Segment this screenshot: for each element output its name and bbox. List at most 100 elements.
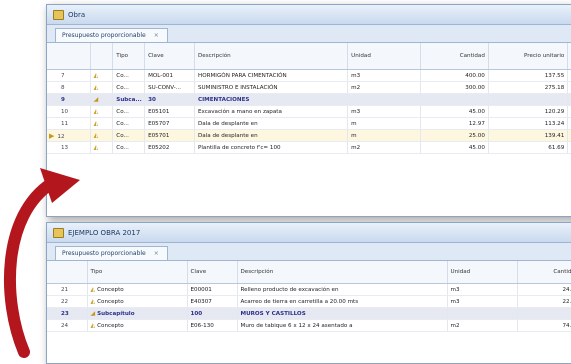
row-type-icon-cell: ◭ bbox=[90, 141, 114, 154]
window-titlebar[interactable]: EJEMPLO OBRA 2017 bbox=[47, 223, 571, 243]
table-row[interactable]: 13 ◭ Co... E05202 Plantilla de concreto f'c=… bbox=[47, 141, 571, 154]
subchapter-icon: ◢ bbox=[93, 96, 99, 103]
concept-icon: ◭ bbox=[93, 132, 99, 139]
row-number: 9 bbox=[47, 93, 91, 106]
cell-code: 30 bbox=[144, 93, 195, 106]
row-number: 24 bbox=[47, 319, 88, 332]
type-label: Concepto bbox=[97, 299, 124, 305]
cell-unit: m2 bbox=[347, 141, 421, 154]
row-number: 21 bbox=[47, 283, 88, 296]
row-type-icon-cell: ◭ bbox=[90, 81, 114, 94]
cell-unit: m3 bbox=[447, 295, 518, 308]
column-header[interactable] bbox=[47, 43, 91, 70]
row-type-icon-cell: ◢ bbox=[90, 93, 114, 106]
tab-label: Presupuesto proporcionable bbox=[62, 250, 146, 257]
window-title: Obra bbox=[68, 10, 86, 19]
cell-unit-price: 61.69 bbox=[488, 141, 569, 154]
cell-description: Acarreo de tierra en carretilla a 20.00 … bbox=[237, 295, 448, 308]
app-folder-icon bbox=[53, 227, 64, 238]
cell-quantity: 45.00 bbox=[420, 141, 489, 154]
cell-description: HORMIGÓN PARA CIMENTACIÓN bbox=[194, 69, 349, 82]
table-row[interactable]: 24 ◭ Concepto E06-130 Muro de tabique 6 x 12… bbox=[47, 319, 571, 332]
close-icon[interactable]: × bbox=[154, 32, 159, 39]
cell-description: MUROS Y CASTILLOS bbox=[237, 307, 448, 320]
table-row[interactable]: 8 ◭ Co... SU-CONV-... SUMINISTRO E INSTALACI… bbox=[47, 81, 571, 94]
cell-description: Relleno producto de excavación en bbox=[237, 283, 448, 296]
table-row[interactable]: 11 ◭ Co... E05707 Dala de desplante en m 12.97… bbox=[47, 117, 571, 130]
cell-unit-price: 113.24 bbox=[488, 117, 569, 130]
column-header[interactable]: Precio unitario bbox=[488, 43, 569, 70]
close-icon[interactable]: × bbox=[154, 250, 159, 257]
current-row-marker-icon: ▶ bbox=[49, 131, 55, 140]
cell-type: ◭ Concepto bbox=[87, 295, 188, 308]
table-row[interactable]: 23 ◢ Subcapítulo 100 MUROS Y CASTILLOS bbox=[47, 307, 571, 320]
app-folder-icon bbox=[53, 9, 64, 20]
cell-quantity: 400.00 bbox=[420, 69, 489, 82]
cell-type: ◭ Concepto bbox=[87, 283, 188, 296]
tab-budget[interactable]: Presupuesto proporcionable × bbox=[55, 246, 168, 260]
cell-type: Co... bbox=[112, 105, 146, 118]
column-header[interactable] bbox=[47, 261, 88, 284]
cell-code: E05707 bbox=[144, 117, 195, 130]
concept-icon: ◭ bbox=[90, 298, 96, 305]
concept-icon: ◭ bbox=[93, 72, 99, 79]
cell-description: CIMENTACIONES bbox=[194, 93, 349, 106]
concept-icon: ◭ bbox=[93, 120, 99, 127]
cell-code: E06-130 bbox=[187, 319, 238, 332]
cell-quantity: 300.00 bbox=[420, 81, 489, 94]
cell-code: 100 bbox=[187, 307, 238, 320]
row-number: 10 bbox=[47, 105, 91, 118]
cell-code: E05701 bbox=[144, 129, 195, 142]
concept-icon: ◭ bbox=[93, 108, 99, 115]
cell-quantity: 74.78 bbox=[517, 319, 571, 332]
cell-unit-price: 120.29 bbox=[488, 105, 569, 118]
cell-quantity: 22.00 bbox=[517, 295, 571, 308]
cell-code: SU-CONV-... bbox=[144, 81, 195, 94]
column-header[interactable]: Descripción bbox=[194, 43, 349, 70]
cell-code: E05202 bbox=[144, 141, 195, 154]
tab-strip: Presupuesto proporcionable × bbox=[47, 25, 571, 43]
column-header[interactable]: Tipo bbox=[87, 261, 188, 284]
column-header[interactable]: Clave bbox=[187, 261, 238, 284]
cell-quantity bbox=[517, 307, 571, 320]
cell-unit: m2 bbox=[447, 319, 518, 332]
table-row[interactable]: 7 ◭ Co... MOL-001 HORMIGÓN PARA CIMENTACIÓN m… bbox=[47, 69, 571, 82]
table-header-row: Tipo Clave Descripción Unidad Cantidad bbox=[47, 261, 571, 284]
budget-table: Tipo Clave Descripción Unidad Cantidad 2… bbox=[47, 261, 571, 332]
cell-quantity: 45.00 bbox=[420, 105, 489, 118]
cell-description: SUMINISTRO E INSTALACIÓN bbox=[194, 81, 349, 94]
column-header[interactable]: Unidad bbox=[347, 43, 421, 70]
column-header[interactable]: Descripción bbox=[237, 261, 448, 284]
column-header[interactable]: Clave bbox=[144, 43, 195, 70]
cell-type: ◭ Concepto bbox=[87, 319, 188, 332]
table-row[interactable]: 10 ◭ Co... E05101 Excavación a mano en zapat… bbox=[47, 105, 571, 118]
row-number: 23 bbox=[47, 307, 88, 320]
column-header[interactable]: Tipo bbox=[112, 43, 146, 70]
table-row[interactable]: 9 ◢ Subca... 30 CIMENTACIONES bbox=[47, 93, 571, 106]
table-row[interactable]: 21 ◭ Concepto E00001 Relleno producto de exc… bbox=[47, 283, 571, 296]
cell-unit-price bbox=[488, 93, 569, 106]
column-header[interactable]: Unidad bbox=[447, 261, 518, 284]
cell-unit-price: 139.41 bbox=[488, 129, 569, 142]
row-number: 13 bbox=[47, 141, 91, 154]
cell-description: Dala de desplante en bbox=[194, 117, 349, 130]
column-header[interactable]: Cantidad bbox=[420, 43, 489, 70]
window-titlebar[interactable]: Obra bbox=[47, 5, 571, 25]
type-label: Subcapítulo bbox=[97, 311, 135, 317]
cell-unit: m3 bbox=[447, 283, 518, 296]
row-type-icon-cell: ◭ bbox=[90, 69, 114, 82]
cell-type: Co... bbox=[112, 129, 146, 142]
table-row[interactable]: 22 ◭ Concepto E40307 Acarreo de tierra en ca… bbox=[47, 295, 571, 308]
concept-icon: ◭ bbox=[93, 144, 99, 151]
column-header[interactable] bbox=[90, 43, 114, 70]
cell-quantity bbox=[420, 93, 489, 106]
column-header[interactable]: Cantidad bbox=[517, 261, 571, 284]
subchapter-icon: ◢ bbox=[90, 310, 96, 317]
cell-unit bbox=[347, 93, 421, 106]
cell-unit: m bbox=[347, 129, 421, 142]
cell-type: Co... bbox=[112, 81, 146, 94]
cell-type: Co... bbox=[112, 117, 146, 130]
tab-budget[interactable]: Presupuesto proporcionable × bbox=[55, 28, 168, 42]
cell-description: Excavación a mano en zapata bbox=[194, 105, 349, 118]
table-row[interactable]: ▶ 12 ◭ Co... E05701 Dala de desplante en m 25.0… bbox=[47, 129, 571, 142]
